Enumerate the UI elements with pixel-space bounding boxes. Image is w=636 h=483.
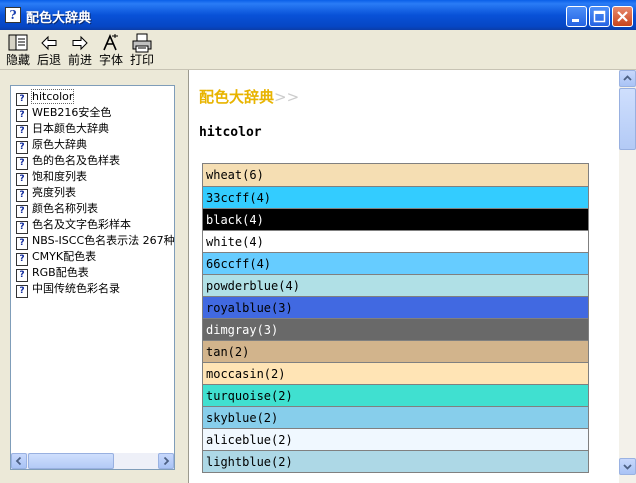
sidebar-item[interactable]: ? 日本颜色大辞典 (16, 121, 174, 138)
vertical-scrollbar[interactable] (619, 70, 636, 483)
contents-tree-pane: ? hitcolor? WEB216安全色? 日本颜色大辞典? 原色大辞典? 色的色名及色… (10, 85, 175, 470)
scroll-down-button[interactable] (619, 458, 636, 475)
back-button[interactable]: 后退 (35, 33, 63, 69)
color-swatch-row: turquoise(2) (203, 384, 588, 406)
horizontal-scroll-thumb[interactable] (28, 453, 114, 469)
sidebar-item-label: WEB216安全色 (32, 106, 112, 119)
close-button[interactable] (612, 6, 633, 27)
font-icon (103, 33, 118, 51)
forward-button[interactable]: 前进 (66, 33, 94, 69)
color-swatch-row: lightblue(2) (203, 450, 588, 472)
color-swatch-row: white(4) (203, 230, 588, 252)
maximize-icon (593, 10, 606, 23)
back-arrow-icon (41, 35, 57, 51)
sidebar-item-label: 颜色名称列表 (32, 202, 98, 215)
chevron-down-icon (623, 464, 632, 470)
heading-arrows: >> (274, 88, 300, 106)
print-label: 打印 (129, 53, 154, 67)
vertical-scroll-thumb[interactable] (619, 88, 636, 150)
window-title: 配色大辞典 (26, 11, 92, 26)
sidebar-item[interactable]: ? hitcolor (16, 89, 174, 106)
back-label: 后退 (36, 53, 61, 67)
color-swatch-row: 33ccff(4) (203, 186, 588, 208)
hide-button[interactable]: 隐藏 (4, 33, 32, 69)
color-swatch-row: aliceblue(2) (203, 428, 588, 450)
sidebar-item[interactable]: ? RGB配色表 (16, 265, 174, 282)
sidebar-item[interactable]: ? 原色大辞典 (16, 137, 174, 154)
color-swatch-row: tan(2) (203, 340, 588, 362)
toolbar: 隐藏 后退 前进 字体 打印 (0, 30, 636, 70)
font-button[interactable]: 字体 (97, 33, 125, 69)
minimize-button[interactable] (566, 6, 587, 27)
scroll-right-button[interactable] (158, 453, 174, 469)
sidebar-item-label: 原色大辞典 (32, 138, 87, 151)
horizontal-scrollbar[interactable] (11, 453, 174, 469)
color-swatch-row: skyblue(2) (203, 406, 588, 428)
chevron-right-icon (163, 456, 170, 466)
sidebar-item[interactable]: ? CMYK配色表 (16, 249, 174, 266)
sidebar-item-label: 饱和度列表 (32, 170, 87, 183)
sidebar-item[interactable]: ? 中国传统色彩名录 (16, 281, 174, 298)
scroll-up-button[interactable] (619, 70, 636, 87)
help-app-icon: ? (5, 7, 21, 23)
chevron-up-icon (623, 75, 632, 81)
hide-label: 隐藏 (5, 53, 30, 67)
forward-arrow-icon (72, 35, 88, 51)
color-swatch-row: dimgray(3) (203, 318, 588, 340)
content-pane: 配色大辞典>> hitcolor wheat(6) 33ccff(4) black(… (188, 70, 636, 483)
page-heading-text: 配色大辞典 (199, 88, 275, 106)
print-icon (132, 33, 152, 53)
sidebar-item-label: 日本颜色大辞典 (32, 122, 109, 135)
sidebar-item[interactable]: ? WEB216安全色 (16, 105, 174, 122)
color-swatch-table: wheat(6) 33ccff(4) black(4) white(4) 66ccff(… (202, 163, 589, 473)
hide-icon (8, 34, 28, 51)
sidebar-item-label: 色名及文字色彩样本 (32, 218, 131, 231)
sidebar-item[interactable]: ? 色的色名及色样表 (16, 153, 174, 170)
contents-tree: ? hitcolor? WEB216安全色? 日本颜色大辞典? 原色大辞典? 色的色名及色… (16, 89, 175, 298)
sidebar-item-label: 色的色名及色样表 (32, 154, 120, 167)
minimize-icon (572, 19, 579, 22)
sidebar-item-label: 亮度列表 (32, 186, 76, 199)
title-bar[interactable]: ? 配色大辞典 (0, 0, 636, 30)
print-button[interactable]: 打印 (128, 33, 156, 69)
sidebar-item-label: hitcolor (30, 89, 75, 104)
sidebar-item[interactable]: ? 饱和度列表 (16, 169, 174, 186)
page-heading: 配色大辞典>> (199, 86, 299, 107)
scroll-left-button[interactable] (11, 453, 27, 469)
color-swatch-row: black(4) (203, 208, 588, 230)
color-swatch-row: 66ccff(4) (203, 252, 588, 274)
color-swatch-row: powderblue(4) (203, 274, 588, 296)
close-icon (617, 11, 628, 22)
maximize-button[interactable] (589, 6, 610, 27)
help-topic-icon: ? (16, 285, 28, 298)
chevron-left-icon (15, 456, 22, 466)
color-swatch-row: royalblue(3) (203, 296, 588, 318)
font-label: 字体 (98, 53, 123, 67)
sidebar-item-label: RGB配色表 (32, 266, 89, 279)
color-swatch-row: moccasin(2) (203, 362, 588, 384)
sidebar-item[interactable]: ? NBS-ISCC色名表示法 267种 (16, 233, 175, 250)
sidebar-item[interactable]: ? 色名及文字色彩样本 (16, 217, 174, 234)
sidebar-item-label: CMYK配色表 (32, 250, 97, 263)
sidebar-item[interactable]: ? 亮度列表 (16, 185, 174, 202)
sidebar-item[interactable]: ? 颜色名称列表 (16, 201, 174, 218)
forward-label: 前进 (67, 53, 92, 67)
sidebar-item-label: NBS-ISCC色名表示法 267种 (32, 234, 175, 247)
sidebar-item-label: 中国传统色彩名录 (32, 282, 120, 295)
color-swatch-row: wheat(6) (203, 164, 588, 186)
page-subheading: hitcolor (199, 125, 262, 140)
status-strip (0, 476, 188, 483)
